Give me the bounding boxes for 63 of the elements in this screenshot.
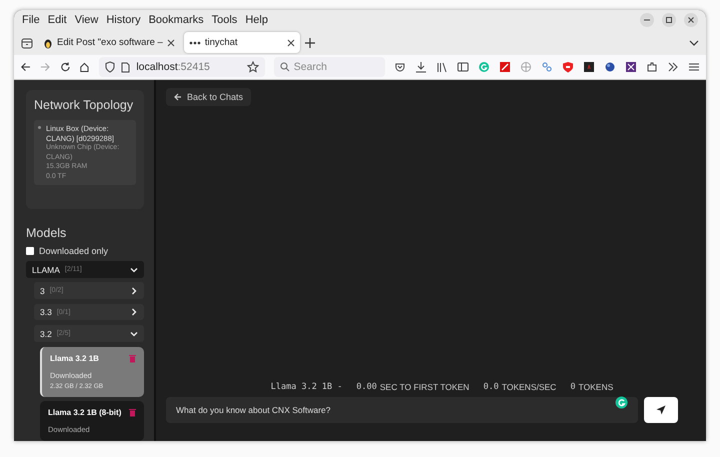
menu-item[interactable]: Edit: [44, 14, 71, 26]
menu-item[interactable]: Tools: [208, 14, 242, 26]
menu-icon[interactable]: [688, 61, 700, 73]
crossed-square-icon[interactable]: [625, 61, 637, 73]
menu-item[interactable]: Bookmarks: [144, 14, 208, 26]
chevrons-icon[interactable]: [667, 61, 679, 73]
model-name: Llama 3.2 1B (8-bit): [48, 408, 122, 417]
trash-icon[interactable]: [129, 408, 136, 417]
model-name: Llama 3.2 1B: [50, 354, 99, 363]
planet-icon[interactable]: [604, 61, 616, 73]
window-button[interactable]: [662, 13, 676, 27]
url-text: localhost:52415: [136, 61, 210, 73]
checkbox-label: Downloaded only: [39, 246, 108, 256]
send-icon: [656, 405, 666, 415]
star-icon[interactable]: [246, 61, 259, 73]
back-icon[interactable]: [20, 61, 31, 73]
model-label: Llama 3.2 1B -: [270, 382, 342, 392]
maximize-icon: [664, 15, 674, 25]
menu-item[interactable]: History: [102, 14, 145, 26]
close-icon[interactable]: [286, 38, 295, 46]
library-icon[interactable]: [436, 61, 448, 73]
browser-tab[interactable]: tinychat: [184, 32, 300, 53]
menu-item[interactable]: File: [18, 14, 44, 26]
link-icon[interactable]: [541, 61, 553, 73]
window-button[interactable]: [640, 13, 654, 27]
chevron-right-icon: [130, 308, 138, 316]
token-stat: 0 TOKENS: [570, 382, 614, 392]
panel-title: Network Topology: [34, 98, 134, 112]
send-button[interactable]: [644, 397, 678, 423]
dark-square-icon[interactable]: [583, 61, 595, 73]
home-icon[interactable]: [79, 61, 90, 73]
chevron-right-icon: [130, 286, 138, 295]
shield-icon[interactable]: [562, 61, 574, 73]
browser-tab[interactable]: Edit Post "exo software –: [38, 32, 180, 53]
menu-item[interactable]: Help: [241, 14, 272, 26]
close-icon[interactable]: [166, 38, 175, 46]
tab-list-icon[interactable]: [20, 36, 34, 50]
bullet-icon: [38, 126, 41, 129]
address-bar[interactable]: localhost:52415: [99, 57, 265, 77]
pocket-icon[interactable]: [394, 61, 406, 73]
sidebar-icon[interactable]: [457, 61, 469, 73]
chevron-down-icon: [130, 330, 138, 338]
pen-square-icon[interactable]: [499, 61, 511, 73]
search-icon: [280, 62, 290, 72]
back-button[interactable]: Back to Chats: [166, 88, 252, 106]
g-circle-icon: [615, 396, 628, 409]
download-icon[interactable]: [415, 61, 427, 73]
checkbox[interactable]: [26, 246, 34, 255]
window-button[interactable]: [684, 13, 698, 27]
close-icon: [686, 15, 696, 25]
chevron-down-icon: [130, 266, 138, 274]
message-field[interactable]: What do you know about CNX Software?: [166, 397, 638, 423]
section-title: Models: [26, 226, 68, 240]
shield-icon: [105, 61, 116, 73]
menu-item[interactable]: View: [70, 14, 102, 26]
page-icon: [121, 62, 130, 72]
reload-icon[interactable]: [60, 61, 70, 73]
arrow-left-icon: [174, 93, 182, 101]
forward-icon: [40, 61, 51, 73]
token-stat: 0.00 SEC TO FIRST TOKEN: [356, 382, 470, 392]
plus-icon[interactable]: [304, 36, 316, 48]
dots-icon: [188, 40, 201, 46]
token-stat: 0.0 TOKENS/SEC: [483, 382, 556, 392]
